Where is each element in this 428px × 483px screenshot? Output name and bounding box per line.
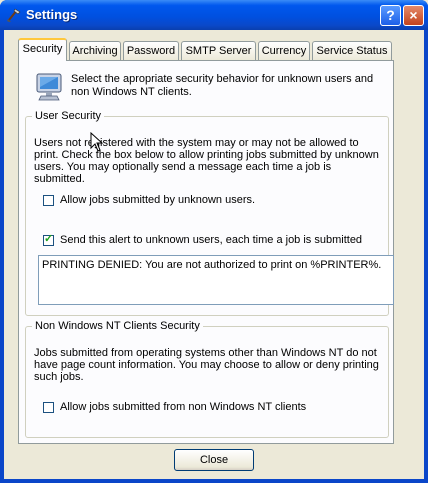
send-alert-label[interactable]: Send this alert to unknown users, each t… xyxy=(60,234,362,246)
help-button[interactable]: ? xyxy=(380,5,401,26)
alert-message-textarea[interactable]: PRINTING DENIED: You are not authorized … xyxy=(38,255,394,305)
intro-text: Select the apropriate security behavior … xyxy=(71,73,374,98)
checkbox-box-checked[interactable]: ✓ xyxy=(43,232,54,246)
computer-monitor-icon xyxy=(36,73,62,101)
allow-unknown-users-checkbox[interactable]: Allow jobs submitted by unknown users. xyxy=(43,194,255,206)
tab-archiving[interactable]: Archiving xyxy=(69,41,121,60)
security-tab-panel: Select the apropriate security behavior … xyxy=(18,60,394,444)
checkbox-box[interactable] xyxy=(43,194,54,206)
tab-password[interactable]: Password xyxy=(123,41,179,60)
tab-smtp-server[interactable]: SMTP Server xyxy=(181,41,256,60)
tab-security[interactable]: Security xyxy=(18,38,67,61)
non-nt-clients-title: Non Windows NT Clients Security xyxy=(32,320,203,332)
close-window-button[interactable]: × xyxy=(403,5,424,26)
non-nt-clients-group: Non Windows NT Clients Security Jobs sub… xyxy=(25,320,389,438)
close-button[interactable]: Close xyxy=(174,449,254,471)
user-security-group: User Security Users not registered with … xyxy=(25,110,394,316)
tab-service-status[interactable]: Service Status xyxy=(312,41,392,60)
user-security-title: User Security xyxy=(32,110,105,122)
mouse-cursor-icon xyxy=(90,132,104,152)
checkbox-box[interactable] xyxy=(43,401,54,413)
dialog-body: Security Archiving Password SMTP Server … xyxy=(4,30,424,479)
non-nt-description: Jobs submitted from operating systems ot… xyxy=(34,347,379,383)
send-alert-checkbox[interactable]: ✓ Send this alert to unknown users, each… xyxy=(43,232,362,246)
allow-non-nt-label[interactable]: Allow jobs submitted from non Windows NT… xyxy=(60,401,306,413)
settings-window: Settings ? × Security Archiving Password… xyxy=(0,0,428,483)
settings-app-icon xyxy=(7,8,21,22)
tab-currency[interactable]: Currency xyxy=(258,41,310,60)
checkmark-icon: ✓ xyxy=(44,232,54,245)
title-bar[interactable]: Settings ? × xyxy=(0,0,428,30)
window-title: Settings xyxy=(26,7,78,22)
allow-non-nt-checkbox[interactable]: Allow jobs submitted from non Windows NT… xyxy=(43,401,306,413)
user-security-description: Users not registered with the system may… xyxy=(34,137,379,185)
allow-unknown-users-label[interactable]: Allow jobs submitted by unknown users. xyxy=(60,194,255,206)
